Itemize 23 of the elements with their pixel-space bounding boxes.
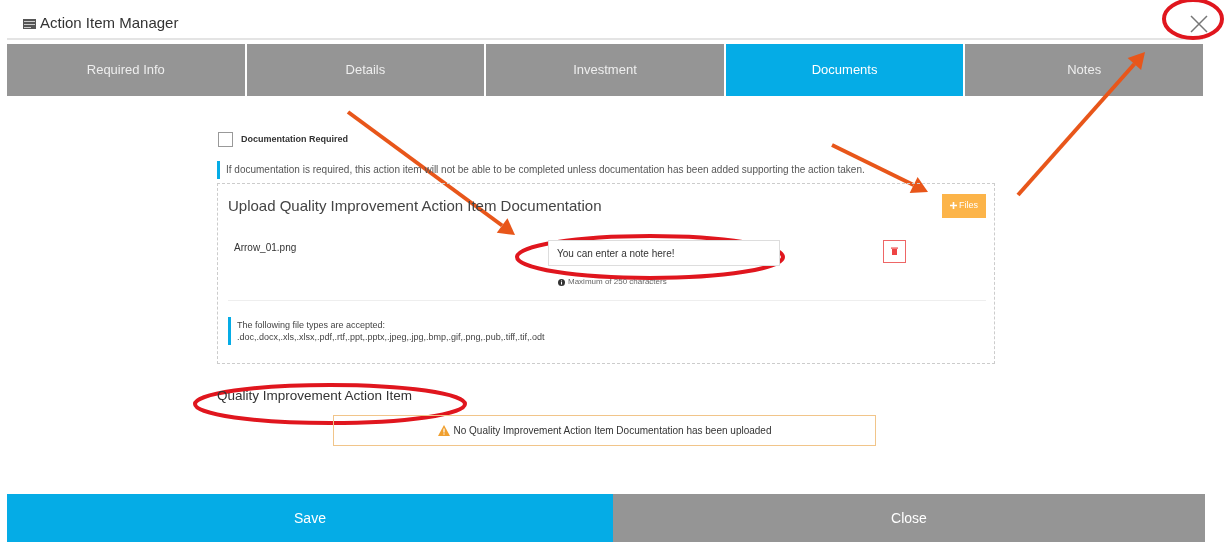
delete-button[interactable] [883,239,906,263]
checkbox-label: Documentation Required [241,132,348,146]
checkbox[interactable] [218,132,233,147]
tab[interactable]: Investment [486,44,724,96]
close-button[interactable]: Close [613,494,1205,542]
note-field[interactable]: You can enter a note here! [548,240,780,266]
warning-text: No Quality Improvement Action Item Documentation has been uploaded [453,423,772,438]
save-button[interactable]: Save [7,494,613,542]
add-files-button[interactable]: Files [942,194,986,218]
trash-icon [891,247,898,255]
tab[interactable]: Notes [965,44,1203,96]
info-icon [558,278,565,286]
tab[interactable]: Documents [725,44,964,96]
window-icon [23,18,36,29]
file-name: Arrow_01.png [233,240,298,255]
warning-icon [437,424,450,436]
section-heading: Quality Improvement Action Item [217,387,414,406]
accepted-types-text: The following file types are accepted: [237,319,387,332]
window-title: Action Item Manager [40,12,179,33]
tab[interactable]: Details [246,44,485,96]
accepted-types-text: .doc,.docx,.xls,.xlsx,.pdf,.rtf,.ppt,.pptx,.jpeg,.jpg,.bmp,.gif,.png,.pub,.tiff,.tif,.odt [237,331,546,344]
plus-icon [950,202,957,210]
tab[interactable]: Required Info [7,44,245,96]
